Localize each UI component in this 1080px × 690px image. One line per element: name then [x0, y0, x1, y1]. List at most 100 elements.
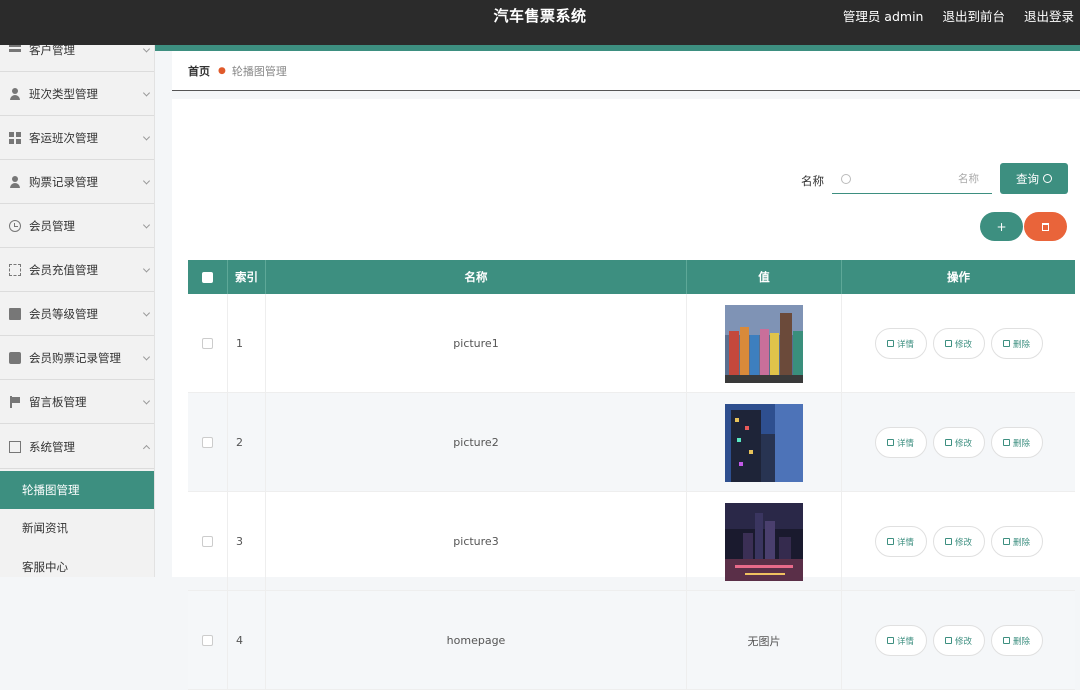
row-index: 3 — [228, 492, 266, 591]
row-name: picture3 — [266, 492, 687, 591]
row-name: homepage — [266, 591, 687, 690]
sidebar-item-customers[interactable]: 客户管理 — [0, 45, 154, 72]
carousel-image — [725, 304, 803, 383]
sidebar-item-label: 会员管理 — [29, 218, 75, 233]
detail-button[interactable]: 详情 — [874, 625, 927, 656]
row-value-cell — [687, 393, 842, 492]
system-icon — [9, 440, 21, 453]
delete-button[interactable]: 删除 — [990, 427, 1043, 458]
row-ops-cell: 详情 修改 删除 — [842, 294, 1075, 393]
detail-button[interactable]: 详情 — [874, 328, 927, 359]
row-ops-cell: 详情 修改 删除 — [842, 591, 1075, 690]
delete-icon — [1002, 637, 1010, 644]
sidebar-item-shifts[interactable]: 客运班次管理 — [0, 116, 154, 160]
breadcrumb: 首页 ● 轮播图管理 — [172, 51, 1080, 91]
chevron-down-icon — [142, 264, 151, 273]
row-value-cell — [687, 294, 842, 393]
sidebar-subitem-label: 新闻资讯 — [22, 521, 68, 535]
edit-label: 修改 — [954, 438, 972, 449]
sidebar-item-system[interactable]: 系统管理 — [0, 425, 154, 469]
delete-icon — [1002, 538, 1010, 545]
sidebar-item-label: 班次类型管理 — [29, 86, 98, 101]
edit-button[interactable]: 修改 — [932, 526, 985, 557]
edit-icon — [944, 340, 952, 347]
sidebar-item-member-levels[interactable]: 会员等级管理 — [0, 292, 154, 336]
row-name: picture2 — [266, 393, 687, 492]
sidebar-subitem-carousel[interactable]: 轮播图管理 — [0, 471, 154, 509]
edit-button[interactable]: 修改 — [932, 328, 985, 359]
delete-button[interactable]: 删除 — [990, 625, 1043, 656]
row-checkbox[interactable] — [202, 338, 213, 349]
row-checkbox[interactable] — [202, 536, 213, 547]
row-checkbox[interactable] — [202, 437, 213, 448]
carousel-image — [725, 403, 803, 482]
top-links: 管理员 admin 退出到前台 退出登录 — [843, 6, 1074, 25]
batch-delete-button[interactable] — [1024, 212, 1067, 241]
table-row: 1 picture1 详情 修改 删除 — [188, 294, 1075, 393]
header-ops: 操作 — [947, 270, 970, 284]
top-bar: 汽车售票系统 管理员 admin 退出到前台 退出登录 — [0, 0, 1080, 45]
sidebar-item-ticket-records[interactable]: 购票记录管理 — [0, 160, 154, 204]
detail-button[interactable]: 详情 — [874, 427, 927, 458]
row-value-cell — [687, 492, 842, 591]
delete-icon — [1002, 340, 1010, 347]
sidebar-item-member-recharge[interactable]: 会员充值管理 — [0, 248, 154, 292]
row-select-cell — [188, 294, 228, 393]
admin-user-label[interactable]: 管理员 admin — [843, 6, 924, 25]
list-icon — [9, 45, 21, 56]
sidebar-subitem-news[interactable]: 新闻资讯 — [0, 509, 154, 547]
query-button[interactable]: 查询 — [1000, 163, 1068, 194]
edit-button[interactable]: 修改 — [932, 427, 985, 458]
table-row: 3 picture3 详情 修改 删除 — [188, 492, 1075, 591]
chevron-down-icon — [142, 308, 151, 317]
search-input[interactable] — [857, 173, 987, 185]
row-index: 2 — [228, 393, 266, 492]
sidebar-item-message-board[interactable]: 留言板管理 — [0, 380, 154, 424]
chevron-down-icon — [142, 396, 151, 405]
sidebar-item-label: 客运班次管理 — [29, 130, 98, 145]
sidebar-item-shift-types[interactable]: 班次类型管理 — [0, 72, 154, 116]
breadcrumb-separator-icon: ● — [218, 65, 226, 76]
sidebar-item-label: 会员充值管理 — [29, 262, 98, 277]
sidebar-subitem-service[interactable]: 客服中心 — [0, 548, 154, 577]
person-icon — [9, 175, 21, 188]
delete-button[interactable]: 删除 — [990, 328, 1043, 359]
sidebar-item-members[interactable]: 会员管理 — [0, 204, 154, 248]
detail-label: 详情 — [896, 636, 914, 647]
sidebar-item-member-ticket-records[interactable]: 会员购票记录管理 — [0, 336, 154, 380]
delete-label: 删除 — [1012, 438, 1030, 449]
detail-icon — [886, 439, 894, 446]
select-all-checkbox[interactable] — [202, 271, 213, 283]
sidebar-subitem-label: 轮播图管理 — [22, 483, 80, 497]
row-value: 无图片 — [687, 591, 842, 690]
chevron-down-icon — [142, 45, 151, 53]
carousel-image — [725, 502, 803, 581]
search-field — [832, 165, 992, 194]
detail-icon — [886, 637, 894, 644]
edit-button[interactable]: 修改 — [932, 625, 985, 656]
row-checkbox[interactable] — [202, 635, 213, 646]
row-select-cell — [188, 492, 228, 591]
breadcrumb-current: 轮播图管理 — [231, 64, 287, 78]
chevron-down-icon — [142, 88, 151, 97]
sidebar-item-label: 客户管理 — [29, 45, 75, 57]
add-button[interactable]: + — [980, 212, 1023, 241]
breadcrumb-home[interactable]: 首页 — [188, 63, 210, 79]
back-to-front-link[interactable]: 退出到前台 — [942, 6, 1005, 25]
add-icon: + — [996, 219, 1007, 234]
header-select-cell — [188, 260, 228, 294]
detail-icon — [886, 340, 894, 347]
detail-label: 详情 — [896, 339, 914, 350]
delete-button[interactable]: 删除 — [990, 526, 1043, 557]
chevron-down-icon — [142, 176, 151, 185]
edit-label: 修改 — [954, 537, 972, 548]
table-row: 2 picture2 详情 修改 删除 — [188, 393, 1075, 492]
sidebar-item-label: 会员购票记录管理 — [29, 350, 121, 365]
detail-label: 详情 — [896, 438, 914, 449]
logout-link[interactable]: 退出登录 — [1024, 6, 1074, 25]
row-name: picture1 — [266, 294, 687, 393]
delete-icon — [1002, 439, 1010, 446]
detail-button[interactable]: 详情 — [874, 526, 927, 557]
search-icon — [1043, 174, 1052, 183]
edit-label: 修改 — [954, 339, 972, 350]
